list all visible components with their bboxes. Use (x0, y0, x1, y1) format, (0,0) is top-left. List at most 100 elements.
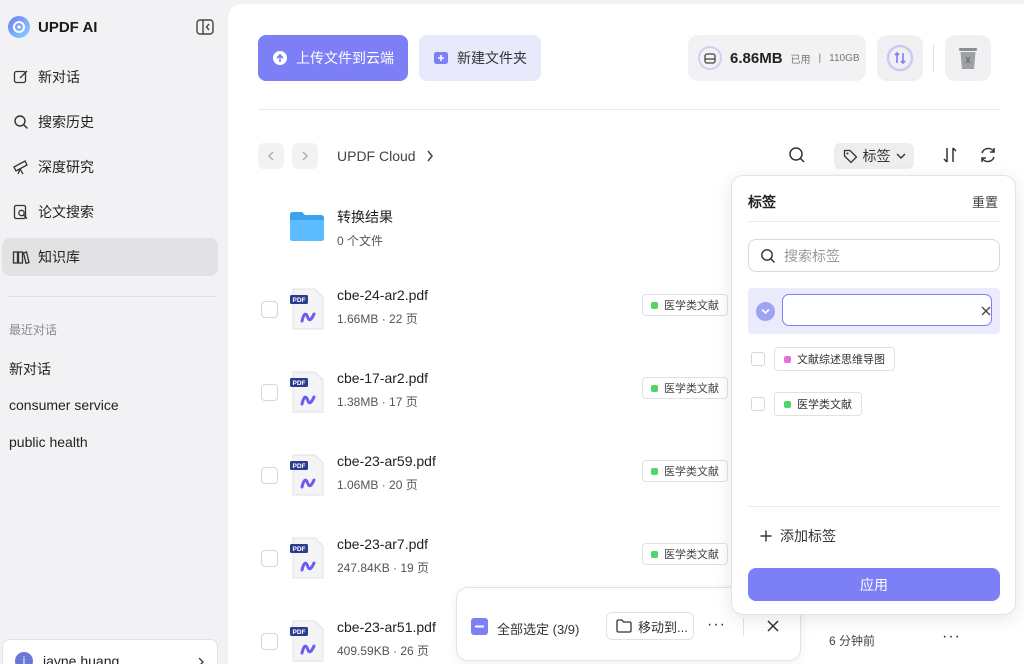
pdf-file-icon: PDF (289, 453, 325, 497)
file-row[interactable]: PDF cbe-23-ar59.pdf 1.06MB · 20 页 医学类文献 (258, 453, 728, 513)
pdf-file-icon: PDF (289, 536, 325, 580)
select-all-label[interactable]: 全部选定 (3/9) (497, 619, 579, 638)
file-meta: 247.84KB · 19 页 (337, 561, 430, 575)
svg-text:PDF: PDF (293, 546, 306, 553)
sidebar-item-deep-research[interactable]: 深度研究 (2, 148, 218, 186)
forward-button[interactable] (292, 143, 318, 169)
file-row[interactable]: PDF cbe-24-ar2.pdf 1.66MB · 22 页 医学类文献 (258, 287, 728, 347)
storage-indicator[interactable]: 6.86MB 已用 | 110GB (688, 35, 866, 81)
file-name: cbe-23-ar59.pdf (337, 453, 436, 469)
tag-chip: 医学类文献 (774, 392, 862, 416)
storage-separator: | (818, 52, 822, 64)
row-checkbox[interactable] (261, 384, 278, 401)
updf-logo-icon (8, 16, 30, 38)
more-options-icon[interactable]: ··· (707, 616, 726, 634)
select-all-checkbox[interactable] (471, 618, 488, 635)
sidebar-nav: 新对话 搜索历史 深度研究 论文搜索 知识库 (0, 58, 226, 283)
folder-outline-icon (616, 619, 632, 633)
add-tag-label: 添加标签 (780, 528, 836, 544)
brand[interactable]: UPDF AI (8, 14, 97, 40)
sync-icon (886, 44, 914, 72)
sync-button[interactable] (877, 35, 923, 81)
library-icon (12, 248, 30, 266)
recent-chat-item[interactable]: consumer service (9, 397, 119, 413)
file-modified-time: 6 分钟前 (829, 634, 876, 648)
plus-icon (760, 530, 772, 542)
new-folder-icon (434, 52, 448, 64)
tag-checkbox[interactable] (751, 352, 765, 366)
move-to-label: 移动到... (638, 619, 688, 635)
tag-search-placeholder: 搜索标签 (784, 247, 840, 264)
row-checkbox[interactable] (261, 633, 278, 650)
row-checkbox[interactable] (261, 301, 278, 318)
tag-icon (843, 149, 857, 163)
tag-chip: 医学类文献 (642, 377, 728, 399)
reset-button[interactable]: 重置 (972, 192, 998, 211)
file-name: cbe-23-ar7.pdf (337, 536, 429, 552)
more-options-icon[interactable]: ··· (942, 628, 961, 646)
tag-label: 医学类文献 (664, 383, 719, 395)
move-to-button[interactable]: 移动到... (606, 612, 694, 640)
sidebar-item-paper-search[interactable]: 论文搜索 (2, 193, 218, 231)
tag-label: 医学类文献 (664, 466, 719, 478)
new-tag-row (748, 288, 1000, 334)
clear-icon[interactable] (981, 303, 991, 319)
paper-search-icon (12, 203, 30, 221)
svg-text:PDF: PDF (293, 380, 306, 387)
trash-button[interactable] (945, 35, 991, 81)
row-checkbox[interactable] (261, 550, 278, 567)
storage-total: 110GB (829, 52, 860, 64)
breadcrumb-root[interactable]: UPDF Cloud (337, 148, 416, 164)
sort-icon[interactable] (941, 146, 959, 167)
new-tag-input[interactable] (782, 294, 992, 326)
sidebar-item-knowledge-base[interactable]: 知识库 (2, 238, 218, 276)
chevron-right-icon (197, 654, 205, 664)
tag-filter-dropdown[interactable]: 标签 (834, 143, 914, 169)
search-icon[interactable] (788, 146, 806, 167)
search-icon (761, 248, 775, 263)
user-card[interactable]: j jayne huang (2, 639, 218, 664)
tag-checkbox[interactable] (751, 397, 765, 411)
recent-chat-item[interactable]: public health (9, 434, 88, 450)
sidebar-item-label: 新对话 (38, 69, 80, 85)
refresh-icon[interactable] (979, 146, 997, 167)
file-name: cbe-24-ar2.pdf (337, 287, 429, 303)
tag-filter-label: 标签 (862, 148, 891, 164)
apply-button[interactable]: 应用 (748, 568, 1000, 601)
back-button[interactable] (258, 143, 284, 169)
row-checkbox[interactable] (261, 467, 278, 484)
add-tag-button[interactable]: 添加标签 (760, 526, 836, 546)
recent-chat-item[interactable]: 新对话 (9, 359, 51, 379)
file-meta: 1.06MB · 20 页 (337, 478, 418, 492)
tag-chip: 医学类文献 (642, 543, 728, 565)
file-row-folder[interactable]: 转换结果 0 个文件 (258, 204, 728, 264)
tag-option[interactable]: 医学类文献 (748, 392, 862, 416)
chevron-down-icon[interactable] (756, 302, 775, 321)
tag-chip: 文献综述思维导图 (774, 347, 895, 371)
svg-text:PDF: PDF (293, 629, 306, 636)
tag-option[interactable]: 文献综述思维导图 (748, 347, 895, 371)
user-name: jayne huang (43, 653, 120, 664)
tag-panel-divider (748, 506, 1000, 507)
tag-color-dot (651, 550, 658, 558)
breadcrumb: UPDF Cloud (337, 148, 434, 164)
sidebar-collapse-icon[interactable] (196, 19, 214, 35)
tag-color-dot (784, 355, 791, 363)
chevron-right-icon (427, 150, 433, 162)
sidebar-item-search-history[interactable]: 搜索历史 (2, 103, 218, 141)
sidebar-item-new-chat[interactable]: 新对话 (2, 58, 218, 96)
telescope-icon (12, 158, 30, 176)
file-name: 转换结果 (337, 209, 393, 225)
file-row[interactable]: PDF cbe-17-ar2.pdf 1.38MB · 17 页 医学类文献 (258, 370, 728, 430)
new-folder-button[interactable]: 新建文件夹 (419, 35, 541, 81)
toolbar-divider (933, 44, 934, 72)
tag-color-dot (784, 400, 791, 408)
tag-label: 医学类文献 (797, 399, 852, 411)
sidebar-item-label: 知识库 (38, 249, 80, 265)
folder-icon (289, 210, 325, 241)
tag-search-input[interactable]: 搜索标签 (748, 239, 1000, 272)
tag-color-dot (651, 467, 658, 475)
upload-to-cloud-button[interactable]: 上传文件到云端 (258, 35, 408, 81)
tag-panel-divider (748, 221, 1000, 222)
close-icon[interactable] (767, 619, 779, 635)
